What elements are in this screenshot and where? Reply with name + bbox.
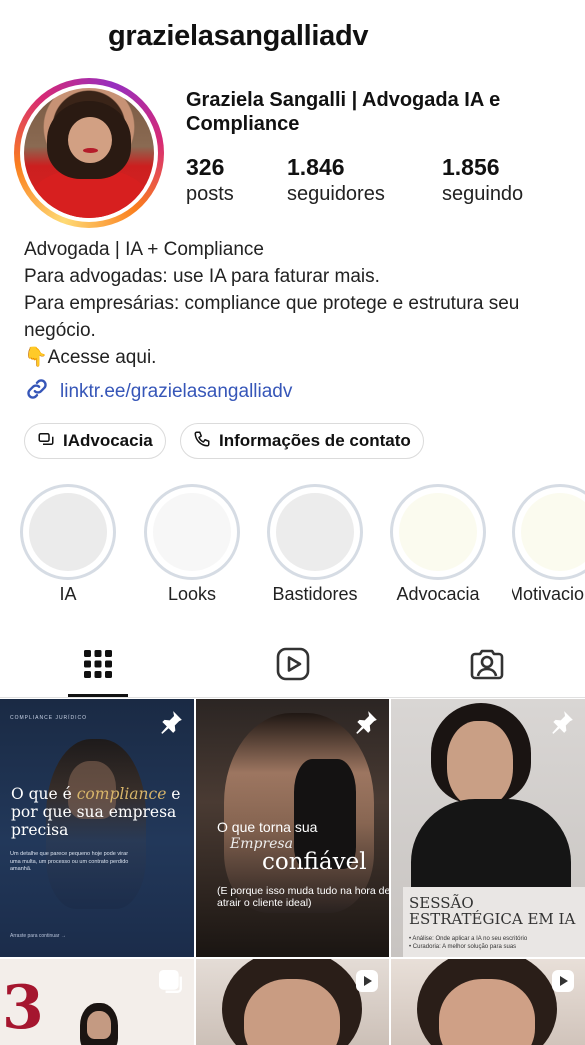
carousel-icon <box>158 969 184 1000</box>
post-eyebrow: COMPLIANCE JURÍDICO <box>10 715 88 721</box>
post-bullet: • Análise: Onde aplicar a IA no seu escr… <box>409 936 528 942</box>
highlight-cover <box>390 484 486 580</box>
highlight-looks[interactable]: Looks <box>144 484 240 605</box>
stat-posts[interactable]: 326 posts <box>186 154 234 208</box>
post-subtitle: Um detalhe que parece pequeno hoje pode … <box>10 851 129 872</box>
tagged-icon <box>470 647 504 686</box>
threads-button[interactable]: IAdvocacia <box>24 423 166 459</box>
post-tile[interactable]: COMPLIANCE JURÍDICO O que é compliance e… <box>0 699 194 957</box>
post-title: SESSÃO ESTRATÉGICA EM IA <box>409 894 576 928</box>
highlight-bastidores[interactable]: Bastidores <box>267 484 363 605</box>
tab-tagged[interactable] <box>456 636 518 696</box>
stat-following[interactable]: 1.856 seguindo <box>442 154 523 208</box>
highlight-motivacional[interactable]: Motivacio <box>512 484 585 605</box>
username-header: grazielasangalliadv <box>108 20 369 52</box>
reel-icon <box>355 969 379 998</box>
bio-line: Advogada | IA + Compliance <box>24 239 264 260</box>
pin-icon <box>549 709 575 740</box>
tab-posts-grid[interactable] <box>67 636 129 696</box>
post-tile[interactable] <box>196 959 389 1045</box>
stat-following-value: 1.856 <box>442 154 500 180</box>
display-name: Graziela Sangalli | Advogada IA e Compli… <box>186 89 501 135</box>
bio-link[interactable]: linktr.ee/grazielasangalliadv <box>24 376 292 407</box>
highlight-cover <box>512 484 585 580</box>
highlight-cover <box>267 484 363 580</box>
reel-icon <box>551 969 575 998</box>
highlight-advocacia[interactable]: Advocacia <box>390 484 486 605</box>
post-tile[interactable]: O que torna sua Empresa confiável (E por… <box>196 699 389 957</box>
bio: Advogada | IA + Compliance Para advogada… <box>24 236 569 371</box>
stat-followers[interactable]: 1.846 seguidores <box>287 154 385 208</box>
highlight-label: IA <box>59 584 77 604</box>
post-bullets: • Análise: Onde aplicar a IA no seu escr… <box>409 935 527 951</box>
post-subtitle: (E porque isso muda tudo na hora de atra… <box>217 885 389 909</box>
bio-line: Para empresárias: compliance que protege… <box>24 293 520 341</box>
phone-icon <box>193 430 211 453</box>
stat-followers-value: 1.846 <box>287 154 345 180</box>
tab-reels[interactable] <box>262 636 324 696</box>
post-headline: O que é compliance e por que sua empresa… <box>11 785 181 839</box>
contact-info-button[interactable]: Informações de contato <box>180 423 424 459</box>
post-number: 3 <box>2 973 44 1043</box>
stat-following-label: seguindo <box>442 183 524 205</box>
bio-line: Para advogadas: use IA para faturar mais… <box>24 266 380 287</box>
link-icon <box>24 376 50 407</box>
post-cta: Arraste para continuar → <box>10 933 66 939</box>
reels-icon <box>276 647 310 686</box>
contact-info-label: Informações de contato <box>219 431 411 450</box>
pin-icon <box>353 709 379 740</box>
post-bullet: • Curadoria: A melhor solução para suas <box>409 944 517 950</box>
post-tile[interactable]: SESSÃO ESTRATÉGICA EM IA • Análise: Onde… <box>391 699 585 957</box>
highlight-label: Bastidores <box>272 584 358 604</box>
stat-posts-value: 326 <box>186 154 225 180</box>
post-tile[interactable] <box>391 959 585 1045</box>
highlight-ia[interactable]: IA <box>20 484 116 605</box>
bio-line: 👇Acesse aqui. <box>24 347 157 368</box>
post-line: O que torna sua <box>217 819 318 835</box>
threads-label: IAdvocacia <box>63 431 153 450</box>
highlight-label: Looks <box>167 584 217 604</box>
post-tile[interactable]: 3 <box>0 959 194 1045</box>
post-headline-part: O que é <box>11 785 77 803</box>
stat-posts-label: posts <box>186 183 234 205</box>
active-tab-indicator <box>68 694 128 697</box>
link-text[interactable]: linktr.ee/grazielasangalliadv <box>60 381 292 403</box>
profile-avatar[interactable] <box>14 78 164 228</box>
grid-icon <box>83 649 113 684</box>
highlight-label: Motivacio <box>512 584 585 604</box>
profile-tabs <box>0 636 585 698</box>
highlight-cover <box>20 484 116 580</box>
post-headline-emphasis: compliance <box>76 785 167 803</box>
highlight-cover <box>144 484 240 580</box>
pin-icon <box>158 709 184 740</box>
post-line: confiável <box>262 849 367 875</box>
threads-icon <box>37 430 55 453</box>
highlight-label: Advocacia <box>396 584 480 604</box>
stat-followers-label: seguidores <box>287 183 385 205</box>
